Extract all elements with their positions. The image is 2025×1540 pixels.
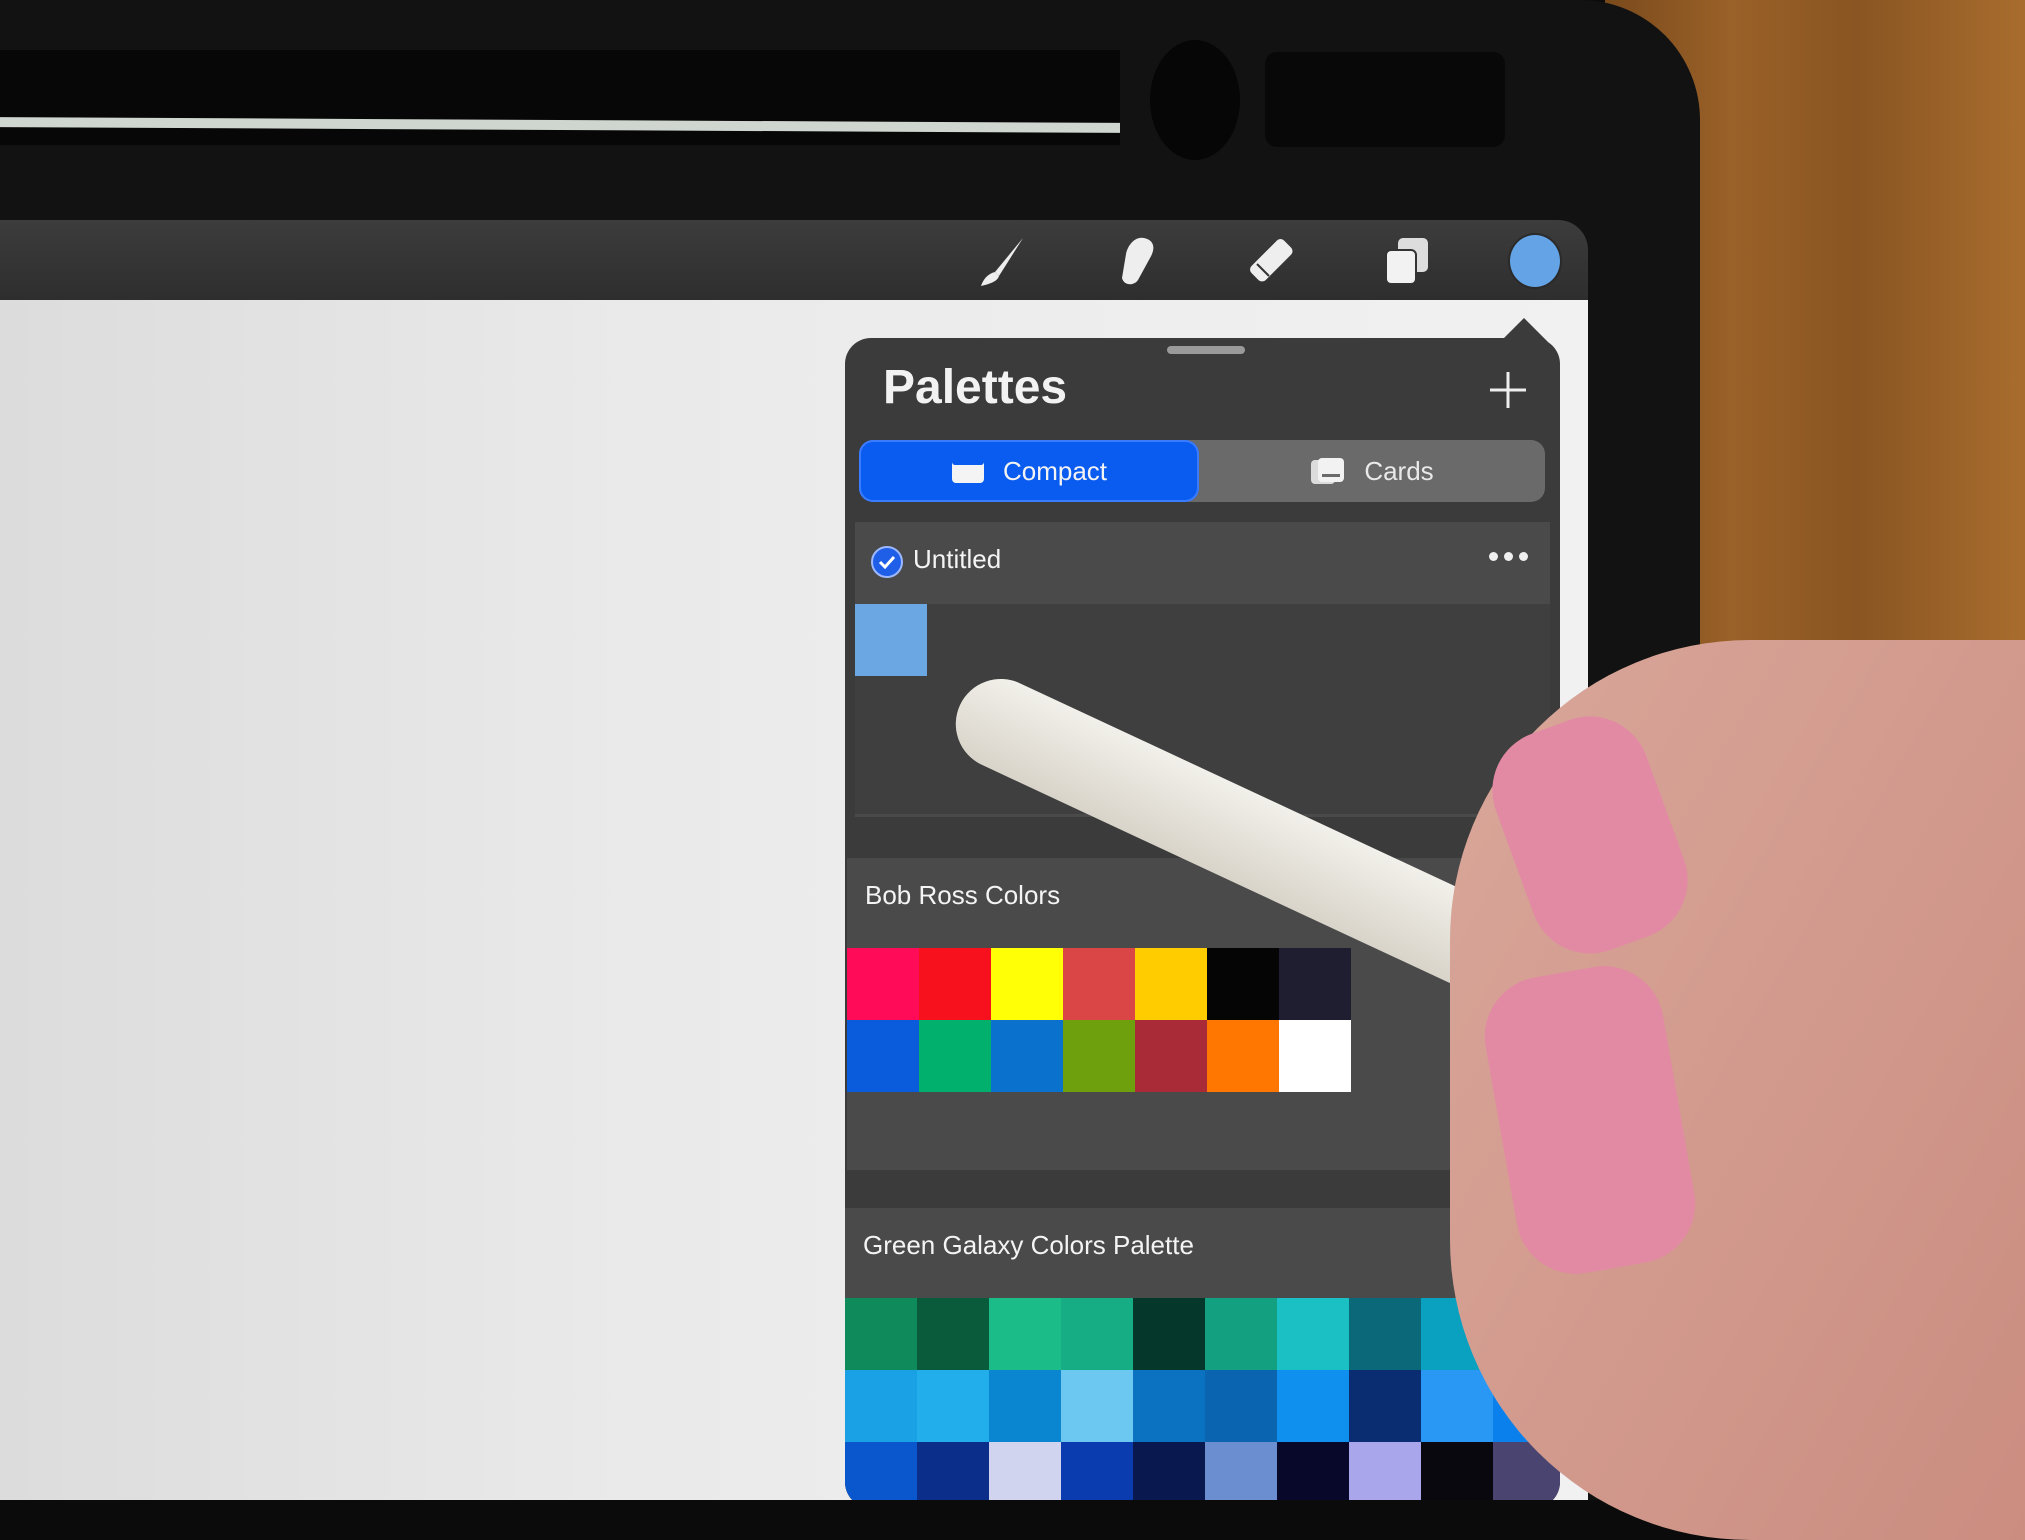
panel-title: Palettes	[883, 361, 1068, 414]
compact-label: Compact	[1002, 455, 1108, 486]
color-swatch[interactable]	[1205, 1370, 1277, 1442]
color-swatch[interactable]	[919, 1020, 991, 1092]
compact-view-icon	[951, 459, 984, 483]
cards-label: Cards	[1364, 455, 1434, 486]
color-swatch[interactable]	[847, 948, 919, 1020]
color-swatch[interactable]	[1349, 1298, 1421, 1370]
plus-icon	[1490, 372, 1526, 408]
brush-tool[interactable]	[975, 234, 1029, 288]
swatch-grid	[855, 604, 1560, 676]
fingernail	[1475, 956, 1705, 1284]
color-picker-button[interactable]	[1508, 233, 1562, 289]
color-swatch[interactable]	[1207, 1020, 1279, 1092]
color-swatch[interactable]	[845, 1298, 917, 1370]
color-swatch[interactable]	[845, 1442, 917, 1500]
color-swatch[interactable]	[991, 1020, 1063, 1092]
color-swatch[interactable]	[1205, 1298, 1277, 1370]
default-palette-check-icon[interactable]	[871, 546, 903, 578]
color-swatch[interactable]	[855, 604, 927, 676]
color-swatch[interactable]	[1277, 1298, 1349, 1370]
current-color-swatch	[1508, 233, 1562, 289]
color-swatch[interactable]	[1421, 1442, 1493, 1500]
color-swatch[interactable]	[1349, 1442, 1421, 1500]
paintbrush-icon	[981, 238, 1023, 286]
color-swatch[interactable]	[919, 948, 991, 1020]
color-swatch[interactable]	[1133, 1298, 1205, 1370]
more-options-icon[interactable]	[1489, 552, 1528, 561]
view-mode-toggle: Compact Cards	[859, 440, 1545, 502]
color-swatch[interactable]	[1135, 948, 1207, 1020]
color-swatch[interactable]	[917, 1442, 989, 1500]
case-button-cutout	[1265, 52, 1505, 147]
layers-icon	[1385, 238, 1428, 285]
palette-name: Green Galaxy Colors Palette	[863, 1230, 1194, 1260]
color-swatch[interactable]	[1133, 1442, 1205, 1500]
color-swatch[interactable]	[989, 1442, 1061, 1500]
color-swatch[interactable]	[989, 1370, 1061, 1442]
color-swatch[interactable]	[1063, 948, 1135, 1020]
color-swatch[interactable]	[991, 948, 1063, 1020]
color-swatch[interactable]	[1207, 948, 1279, 1020]
color-swatch[interactable]	[847, 1020, 919, 1092]
color-swatch[interactable]	[845, 1370, 917, 1442]
smudge-tool[interactable]	[1110, 234, 1164, 288]
color-swatch[interactable]	[917, 1298, 989, 1370]
color-swatch[interactable]	[1279, 948, 1351, 1020]
color-swatch[interactable]	[1277, 1442, 1349, 1500]
palette-card-green-galaxy[interactable]: Green Galaxy Colors Palette	[845, 1208, 1560, 1500]
cards-view-tab[interactable]: Cards	[1199, 440, 1545, 502]
camera-cutout	[1150, 40, 1240, 160]
drag-handle[interactable]	[1167, 346, 1245, 354]
color-swatch[interactable]	[1061, 1298, 1133, 1370]
compact-view-tab[interactable]: Compact	[859, 440, 1199, 502]
eraser-icon	[1250, 239, 1293, 282]
top-toolbar	[0, 220, 1588, 300]
color-swatch[interactable]	[989, 1298, 1061, 1370]
color-swatch[interactable]	[1135, 1020, 1207, 1092]
color-swatch[interactable]	[917, 1370, 989, 1442]
color-swatch[interactable]	[1061, 1370, 1133, 1442]
palette-name: Bob Ross Colors	[865, 880, 1061, 910]
swatch-grid	[845, 1298, 1560, 1500]
layers-tool[interactable]	[1380, 234, 1434, 288]
color-swatch[interactable]	[1205, 1442, 1277, 1500]
add-palette-button[interactable]	[1486, 368, 1530, 412]
color-swatch[interactable]	[1279, 1020, 1351, 1092]
color-swatch[interactable]	[1061, 1442, 1133, 1500]
swatch-grid	[847, 948, 1351, 1092]
palette-header: Untitled	[855, 522, 1550, 604]
cards-view-icon	[1311, 458, 1345, 484]
palette-name: Untitled	[913, 544, 1002, 574]
hand	[1450, 640, 2025, 1540]
smudge-finger-icon	[1122, 237, 1154, 285]
eraser-tool[interactable]	[1245, 234, 1299, 288]
color-swatch[interactable]	[1349, 1370, 1421, 1442]
color-swatch[interactable]	[1277, 1370, 1349, 1442]
color-swatch[interactable]	[1063, 1020, 1135, 1092]
color-swatch[interactable]	[1133, 1370, 1205, 1442]
palette-header: Green Galaxy Colors Palette	[845, 1208, 1540, 1290]
color-swatch[interactable]	[1421, 1370, 1493, 1442]
